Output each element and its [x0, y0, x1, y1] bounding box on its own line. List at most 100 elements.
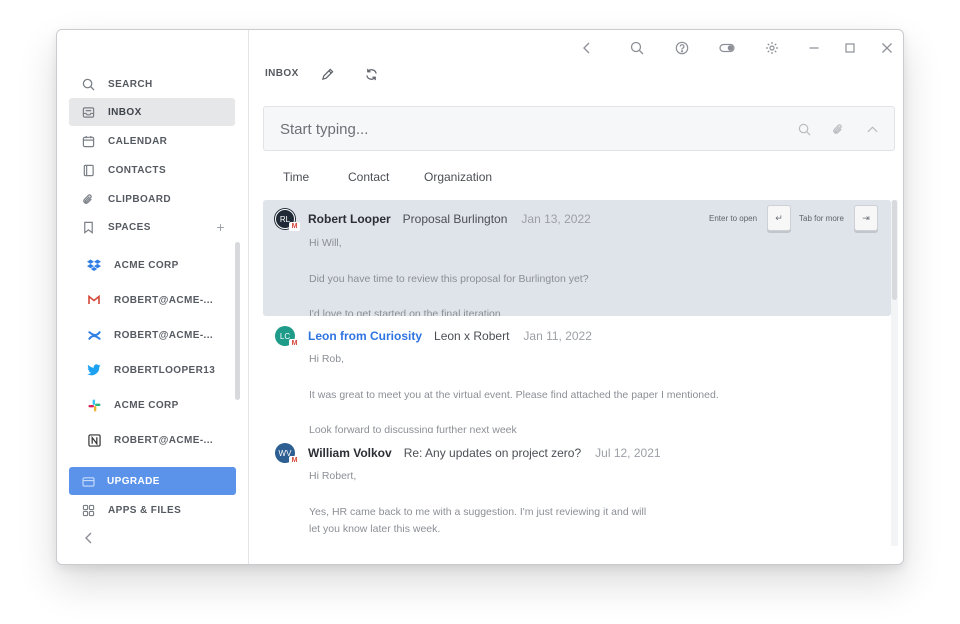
sidebar-item-apps-files[interactable]: APPS & FILES [69, 496, 235, 524]
search-input[interactable] [280, 119, 760, 139]
message-preview-line: let you know later this week. [309, 523, 441, 535]
space-item-gmail[interactable]: ROBERT@ACME-... [87, 290, 227, 310]
sidebar-item-label: CONTACTS [108, 164, 167, 176]
space-item-label: ROBERTLOOPER13 [114, 364, 216, 376]
filter-time[interactable]: Time [283, 170, 309, 184]
sidebar-scrollbar[interactable] [235, 242, 240, 400]
search-icon [81, 77, 95, 91]
sidebar: SEARCH INBOX CALENDAR CONTACTS CLIPBOARD [57, 30, 249, 564]
paperclip-icon [81, 192, 95, 206]
confluence-icon [87, 328, 101, 342]
chevron-up-icon[interactable] [864, 121, 880, 137]
close-icon [882, 43, 892, 53]
filter-contact[interactable]: Contact [348, 170, 389, 184]
message-sender: William Volkov [308, 446, 392, 460]
message-list-scrollbar[interactable] [892, 200, 897, 300]
sidebar-item-contacts[interactable]: CONTACTS [69, 156, 235, 184]
message-preview-line: I'd love to get started on the final ite… [309, 308, 501, 316]
message-preview-line: It was great to meet you at the virtual … [309, 389, 719, 401]
sidebar-item-calendar[interactable]: CALENDAR [69, 127, 235, 155]
sidebar-item-label: SPACES [108, 221, 151, 233]
inbox-icon [81, 105, 95, 119]
space-item-label: ROBERT@ACME-... [114, 434, 214, 446]
space-item-slack[interactable]: ACME CORP [87, 395, 227, 415]
message-row[interactable]: WV M William Volkov Re: Any updates on p… [263, 434, 891, 550]
paperclip-icon[interactable] [830, 121, 846, 137]
pencil-icon [321, 68, 333, 80]
message-list: RL M Robert Looper Proposal Burlington J… [263, 200, 891, 564]
search-icon [630, 41, 644, 55]
sidebar-item-label: CLIPBOARD [108, 193, 172, 205]
compose-button[interactable] [319, 66, 335, 82]
enter-key-button[interactable]: ↵ [767, 205, 791, 231]
tab-hint: Tab for more [799, 214, 844, 223]
space-item-dropbox[interactable]: ACME CORP [87, 255, 227, 275]
gmail-icon [87, 293, 101, 307]
search-bar [263, 106, 895, 151]
message-sender: Robert Looper [308, 212, 391, 226]
message-row[interactable]: LC M Leon from Curiosity Leon x Robert J… [263, 317, 891, 433]
sidebar-item-label: SEARCH [108, 78, 153, 90]
calendar-icon [81, 134, 95, 148]
enter-hint: Enter to open [709, 214, 758, 223]
page-title: INBOX [265, 68, 299, 79]
message-preview-line: Yes, HR came back to me with a suggestio… [309, 506, 647, 518]
contacts-icon [81, 163, 95, 177]
message-preview-line: Did you have time to review this proposa… [309, 273, 589, 285]
minimize-button[interactable] [805, 39, 823, 57]
app-window: SEARCH INBOX CALENDAR CONTACTS CLIPBOARD [56, 29, 904, 565]
settings-button[interactable] [763, 39, 781, 57]
message-preview-line: Look forward to discussing further next … [309, 424, 517, 433]
message-date: Jul 12, 2021 [595, 446, 661, 460]
sidebar-item-search[interactable]: SEARCH [69, 70, 235, 98]
sidebar-item-label: APPS & FILES [108, 504, 182, 516]
sidebar-item-label: CALENDAR [108, 135, 168, 147]
message-subject: Leon x Robert [434, 329, 510, 343]
sidebar-item-spaces[interactable]: SPACES + [69, 213, 235, 241]
space-item-twitter[interactable]: ROBERTLOOPER13 [87, 360, 227, 380]
slack-icon [87, 398, 101, 412]
sidebar-item-inbox[interactable]: INBOX [69, 98, 235, 126]
chevron-left-icon [85, 532, 92, 544]
add-space-button[interactable]: + [216, 219, 225, 235]
help-icon [675, 41, 689, 55]
message-subject: Re: Any updates on project zero? [403, 446, 582, 460]
tab-key-button[interactable]: ⇥ [854, 205, 878, 231]
upgrade-label: UPGRADE [107, 475, 160, 487]
upgrade-button[interactable]: UPGRADE [69, 467, 236, 495]
dropbox-icon [87, 258, 101, 272]
sidebar-item-clipboard[interactable]: CLIPBOARD [69, 185, 235, 213]
toggle-button[interactable] [718, 39, 736, 57]
sidebar-item-label: INBOX [108, 106, 142, 118]
help-button[interactable] [673, 39, 691, 57]
refresh-icon [365, 68, 377, 80]
main-panel: INBOX Time Contact Organization [250, 30, 903, 564]
message-sender[interactable]: Leon from Curiosity [308, 329, 422, 343]
bookmark-icon [81, 220, 95, 234]
minimize-icon [809, 47, 819, 49]
refresh-button[interactable] [363, 66, 379, 82]
collapse-sidebar-button[interactable] [81, 530, 97, 546]
message-preview-line: Hi Will, [309, 237, 342, 249]
twitter-icon [87, 363, 101, 377]
close-button[interactable] [878, 39, 896, 57]
back-button[interactable] [578, 39, 596, 57]
space-item-label: ACME CORP [114, 399, 179, 411]
maximize-button[interactable] [841, 39, 859, 57]
message-date: Jan 13, 2022 [521, 212, 591, 226]
gmail-icon: M [289, 456, 300, 465]
space-item-notion[interactable]: ROBERT@ACME-... [87, 430, 227, 450]
upgrade-icon [81, 474, 95, 488]
gear-icon [766, 42, 778, 54]
message-subject: Proposal Burlington [402, 212, 508, 226]
space-item-confluence[interactable]: ROBERT@ACME-... [87, 325, 227, 345]
notion-icon [87, 433, 101, 447]
search-icon[interactable] [796, 121, 812, 137]
space-item-label: ROBERT@ACME-... [114, 294, 214, 306]
search-button[interactable] [628, 39, 646, 57]
chevron-left-icon [583, 42, 590, 54]
space-item-label: ACME CORP [114, 259, 179, 271]
message-row[interactable]: RL M Robert Looper Proposal Burlington J… [263, 200, 891, 316]
message-date: Jan 11, 2022 [523, 329, 592, 343]
filter-organization[interactable]: Organization [424, 170, 492, 184]
